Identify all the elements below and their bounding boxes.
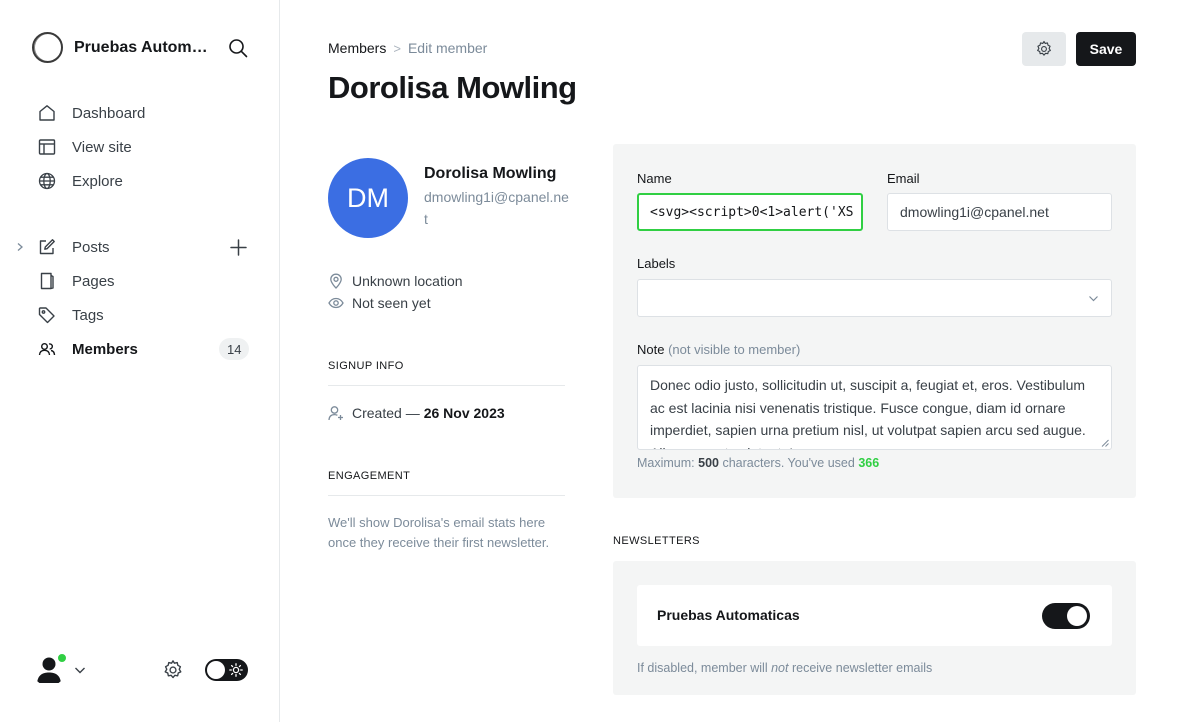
sidebar-item-label: Dashboard [72,104,146,122]
email-field[interactable]: dmowling1i@cpanel.net [887,193,1112,231]
chevron-right-icon[interactable] [15,242,25,252]
engagement-text: We'll show Dorolisa's email stats here o… [328,515,550,550]
newsletter-row: Pruebas Automaticas [637,585,1112,646]
sidebar-item-label: Explore [72,172,123,190]
save-button[interactable]: Save [1076,32,1136,66]
sidebar-item-label: Posts [72,238,110,256]
engagement-heading: ENGAGEMENT [328,470,411,482]
sidebar-footer [32,652,248,688]
sidebar: Pruebas Automaticas Dashboard View site … [0,0,280,722]
gear-icon [1037,40,1051,56]
home-icon [39,105,55,121]
labels-label: Labels [637,256,676,271]
member-email: dmowling1i@cpanel.net [424,189,569,227]
created-prefix: Created — [352,405,420,421]
sidebar-item-members[interactable]: Members 14 [0,332,280,366]
member-location: Unknown location [352,273,463,289]
note-label: Note (not visible to member) [637,342,800,357]
newsletter-note: If disabled, member will not receive new… [637,661,932,675]
plus-icon[interactable] [229,238,248,257]
chevron-down-icon [1089,296,1098,302]
pencil-icon [39,239,55,255]
toggle-knob [1067,606,1087,626]
theme-toggle-knob [207,661,225,679]
globe-icon [38,172,56,190]
page-title: Dorolisa Mowling [328,70,577,105]
online-status-dot [57,653,67,663]
name-label: Name [637,171,672,186]
newsletter-subscription-toggle[interactable] [1042,603,1090,629]
member-location-row: Unknown location [328,273,463,289]
sidebar-item-label: Members [72,340,138,358]
newsletter-name: Pruebas Automaticas [657,607,800,623]
layout-icon [38,139,56,155]
site-name: Pruebas Automaticas [74,38,214,56]
email-label: Email [887,171,920,186]
sun-icon [229,663,243,677]
breadcrumb-separator: > [393,40,401,56]
sidebar-item-view-site[interactable]: View site [0,130,280,164]
char-count-prefix: Maximum: [637,456,695,470]
labels-select[interactable] [637,279,1112,317]
member-seen-row: Not seen yet [328,295,431,311]
name-field[interactable]: <svg><script>0<1>alert('XS [637,193,863,231]
members-count-badge: 14 [219,338,250,360]
user-add-icon [328,406,343,421]
note-label-text: Note [637,342,665,357]
sidebar-item-tags[interactable]: Tags [0,298,280,332]
members-icon [38,343,56,356]
email-field-value: dmowling1i@cpanel.net [900,204,1049,220]
sidebar-item-label: Pages [72,272,115,290]
breadcrumb-current: Edit member [407,40,488,56]
gear-icon[interactable] [162,659,184,681]
theme-toggle[interactable] [205,659,248,681]
member-last-seen: Not seen yet [352,295,431,311]
pages-icon [40,272,54,290]
newsletter-note-emphasis: not [771,661,789,675]
brand[interactable]: Pruebas Automaticas [32,32,214,63]
note-textarea-value: Donec odio justo, sollicitudin ut, susci… [650,377,1086,449]
resize-handle-icon[interactable] [1101,439,1109,447]
sidebar-item-label: Tags [72,306,104,324]
sidebar-item-pages[interactable]: Pages [0,264,280,298]
char-count-used: 366 [858,456,880,470]
divider [328,495,565,496]
site-logo [32,32,63,63]
created-row: Created — 26 Nov 2023 [328,405,505,421]
newsletter-note-before: If disabled, member will [637,661,768,675]
chevron-down-icon[interactable] [74,664,86,676]
tag-icon [38,307,55,324]
member-avatar: DM [328,158,408,238]
sidebar-item-explore[interactable]: Explore [0,164,280,198]
member-name: Dorolisa Mowling [424,165,557,182]
breadcrumb-members-link[interactable]: Members [328,40,386,56]
note-textarea[interactable]: Donec odio justo, sollicitudin ut, susci… [637,365,1112,450]
note-label-hint: (not visible to member) [668,342,801,357]
note-character-count: Maximum: 500 characters. You've used 366 [637,456,879,470]
char-count-middle: characters. You've used [722,456,855,470]
created-date: 26 Nov 2023 [423,405,505,421]
newsletter-note-after: receive newsletter emails [791,661,933,675]
name-field-value: <svg><script>0<1>alert('XS [650,204,854,220]
sidebar-item-dashboard[interactable]: Dashboard [0,96,280,130]
eye-icon [328,297,344,309]
signup-info-heading: SIGNUP INFO [328,360,404,372]
member-settings-button[interactable] [1022,32,1066,66]
sidebar-item-posts[interactable]: Posts [0,230,280,264]
char-count-max: 500 [698,456,719,470]
location-pin-icon [330,273,342,289]
newsletters-heading: NEWSLETTERS [613,535,700,547]
search-icon[interactable] [228,38,248,58]
divider [328,385,565,386]
sidebar-item-label: View site [72,138,132,156]
breadcrumb: Members > Edit member [328,40,487,56]
